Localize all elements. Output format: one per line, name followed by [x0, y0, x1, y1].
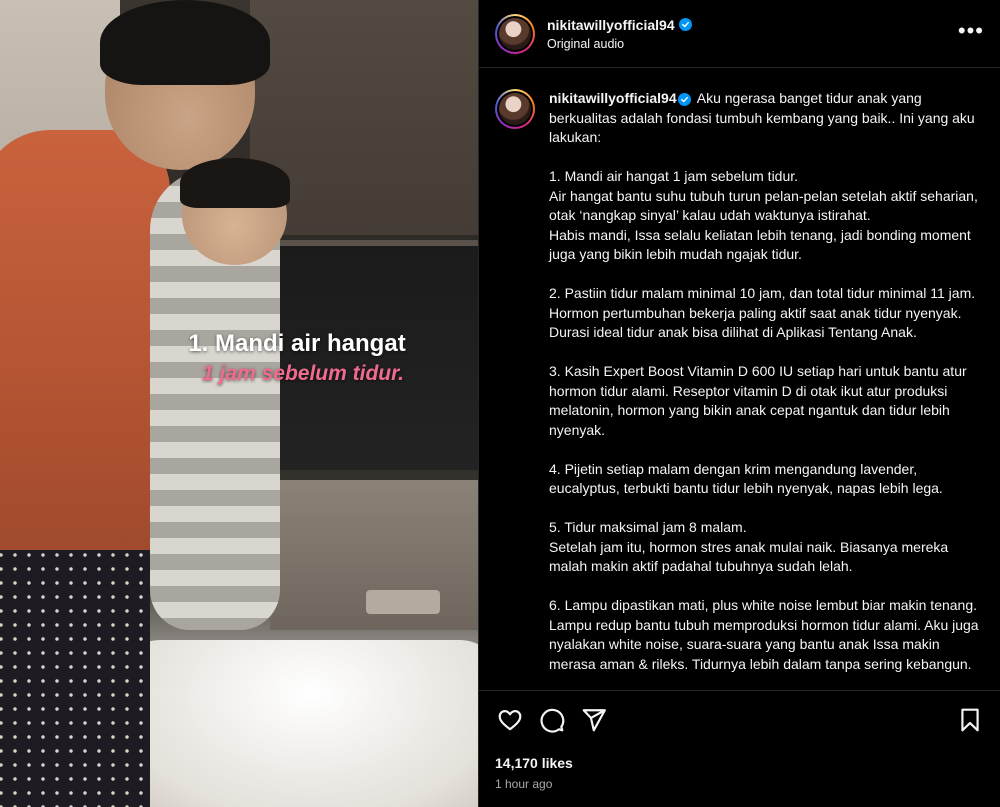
share-button[interactable] — [579, 705, 609, 735]
post-timestamp[interactable]: 1 hour ago — [495, 777, 985, 791]
heart-icon — [498, 710, 522, 731]
video-person — [0, 520, 150, 807]
post-video[interactable]: 1. Mandi air hangat 1 jam sebelum tidur. — [0, 0, 478, 807]
verified-badge-icon — [678, 18, 692, 31]
caption-avatar[interactable] — [495, 89, 535, 129]
post-header: nikitawillyofficial94 Original audio ••• — [479, 0, 1000, 68]
video-person — [100, 0, 270, 85]
video-background — [120, 640, 478, 807]
caption-username[interactable]: nikitawillyofficial94 — [549, 90, 677, 106]
comments-section[interactable]: nikitawillyofficial94 Aku ngerasa banget… — [479, 69, 1000, 690]
bookmark-icon — [961, 708, 979, 732]
send-icon — [582, 709, 606, 732]
caption-body: nikitawillyofficial94 Aku ngerasa banget… — [549, 89, 985, 674]
like-button[interactable] — [495, 705, 525, 735]
avatar[interactable] — [495, 13, 535, 54]
verified-badge-icon — [677, 93, 691, 106]
author-username[interactable]: nikitawillyofficial94 — [547, 17, 675, 33]
post-caption: nikitawillyofficial94 Aku ngerasa banget… — [495, 89, 985, 674]
caption-text: Aku ngerasa banget tidur anak yang berku… — [549, 90, 979, 672]
audio-link[interactable]: Original audio — [547, 37, 958, 51]
video-caption-line-2: 1 jam sebelum tidur. — [202, 362, 404, 385]
post-side-panel: nikitawillyofficial94 Original audio •••… — [478, 0, 1000, 807]
more-options-button[interactable]: ••• — [958, 19, 984, 42]
video-caption-line-1: 1. Mandi air hangat — [188, 330, 406, 357]
comment-button[interactable] — [537, 705, 567, 735]
save-button[interactable] — [955, 705, 985, 735]
video-background — [270, 480, 478, 630]
video-child — [180, 158, 290, 208]
comment-icon — [540, 708, 565, 733]
post-actions: 14,170 likes 1 hour ago — [479, 690, 1000, 791]
likes-count[interactable]: 14,170 likes — [495, 755, 985, 771]
